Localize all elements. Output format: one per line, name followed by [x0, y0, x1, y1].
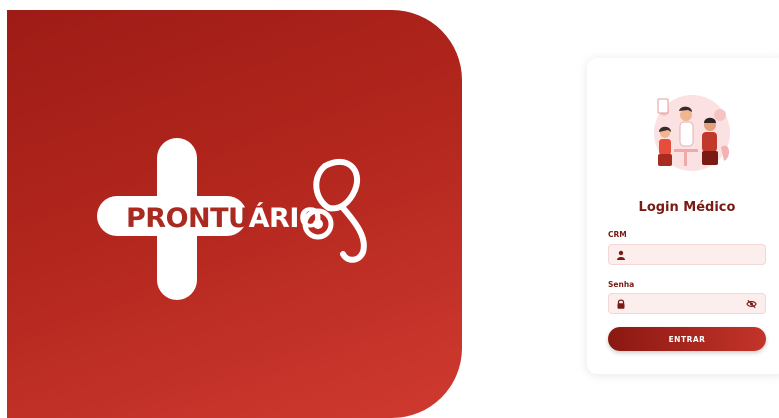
eye-slash-icon[interactable]: [746, 299, 757, 309]
crm-field[interactable]: [608, 244, 766, 266]
logo-text-part1: PRONTU: [126, 203, 249, 234]
brand-panel: PRONTUÁRIO: [7, 10, 462, 418]
logo-text: PRONTUÁRIO: [126, 203, 322, 234]
crm-input[interactable]: [627, 245, 751, 266]
user-icon: [617, 250, 625, 260]
doctor-patient-illustration: [654, 95, 730, 171]
login-card: Login Médico CRM Senha ENTRAR: [587, 58, 779, 374]
login-submit-button[interactable]: ENTRAR: [608, 327, 766, 351]
password-label: Senha: [608, 280, 635, 289]
crm-label: CRM: [608, 230, 627, 239]
login-title: Login Médico: [638, 200, 736, 215]
password-field[interactable]: [608, 293, 766, 315]
password-input[interactable]: [627, 294, 751, 315]
logo-text-part2: ÁRIO: [248, 203, 322, 234]
lock-icon: [617, 299, 625, 309]
